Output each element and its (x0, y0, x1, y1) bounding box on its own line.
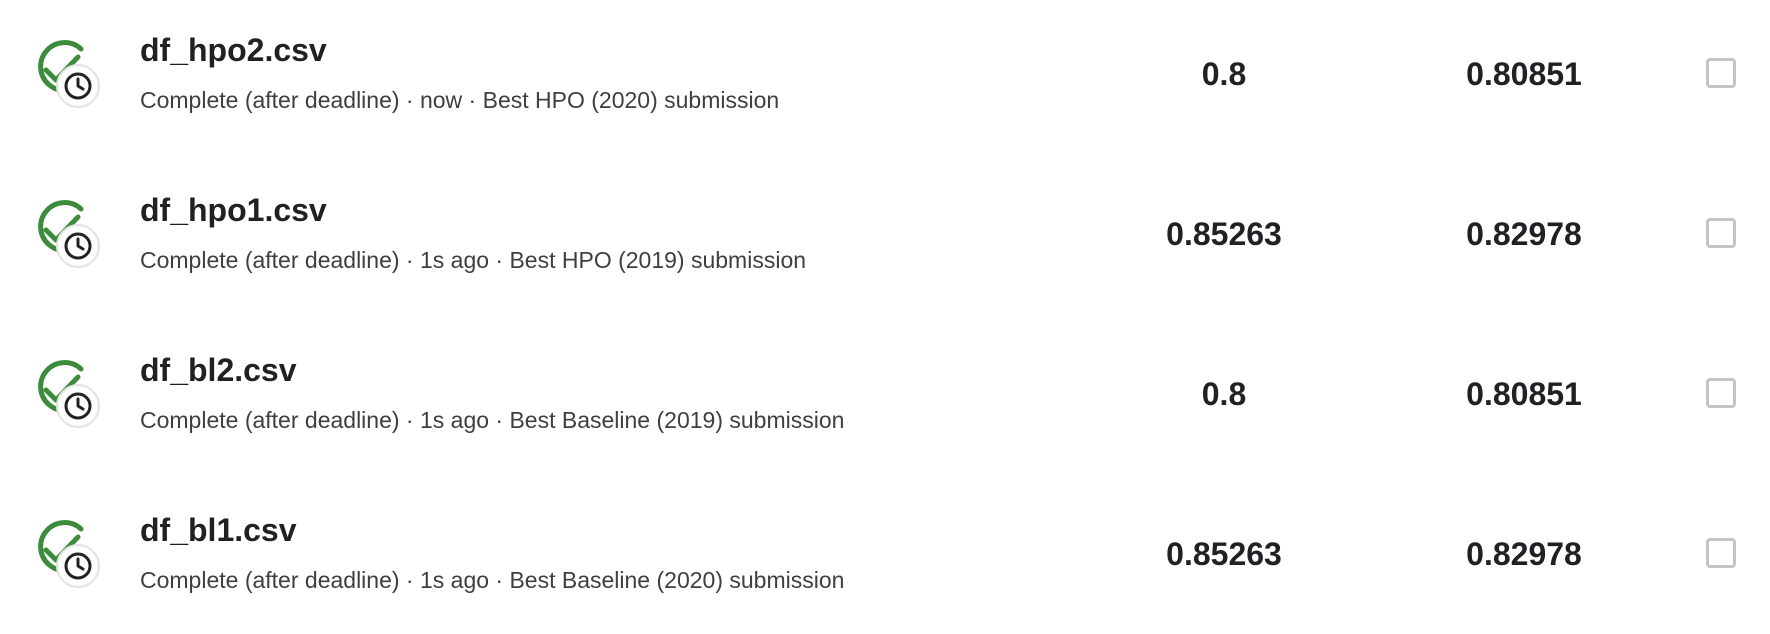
submission-list: df_hpo2.csv Complete (after deadline) · … (0, 0, 1770, 634)
public-score: 0.80851 (1466, 56, 1582, 92)
complete-late-status (32, 198, 114, 280)
private-score: 0.8 (1201, 56, 1247, 92)
submission-meta: Complete (after deadline) · now · Best H… (140, 87, 780, 113)
clock-icon (56, 224, 100, 268)
select-submission-checkbox[interactable] (1706, 218, 1736, 248)
submission-file-name[interactable]: df_bl1.csv (140, 510, 297, 550)
select-submission-checkbox[interactable] (1706, 538, 1736, 568)
complete-late-status (32, 518, 114, 600)
submission-meta: Complete (after deadline) · 1s ago · Bes… (140, 247, 807, 273)
submission-meta: Complete (after deadline) · 1s ago · Bes… (140, 567, 845, 593)
submission-file-name[interactable]: df_hpo2.csv (140, 30, 327, 70)
clock-icon (56, 384, 100, 428)
private-score: 0.85263 (1166, 216, 1282, 252)
submission-row: df_hpo1.csv Complete (after deadline) · … (0, 160, 1770, 302)
submission-file-name[interactable]: df_hpo1.csv (140, 190, 327, 230)
public-score: 0.82978 (1466, 216, 1582, 252)
submission-meta: Complete (after deadline) · 1s ago · Bes… (140, 407, 845, 433)
public-score: 0.82978 (1466, 536, 1582, 572)
select-submission-checkbox[interactable] (1706, 378, 1736, 408)
public-score: 0.80851 (1466, 376, 1582, 412)
submission-row: df_hpo2.csv Complete (after deadline) · … (0, 0, 1770, 142)
submission-file-name[interactable]: df_bl2.csv (140, 350, 297, 390)
clock-icon (56, 544, 100, 588)
complete-late-status (32, 38, 114, 120)
private-score: 0.85263 (1166, 536, 1282, 572)
submission-row: df_bl2.csv Complete (after deadline) · 1… (0, 320, 1770, 462)
clock-icon (56, 64, 100, 108)
select-submission-checkbox[interactable] (1706, 58, 1736, 88)
private-score: 0.8 (1201, 376, 1247, 412)
submission-row: df_bl1.csv Complete (after deadline) · 1… (0, 480, 1770, 622)
complete-late-status (32, 358, 114, 440)
